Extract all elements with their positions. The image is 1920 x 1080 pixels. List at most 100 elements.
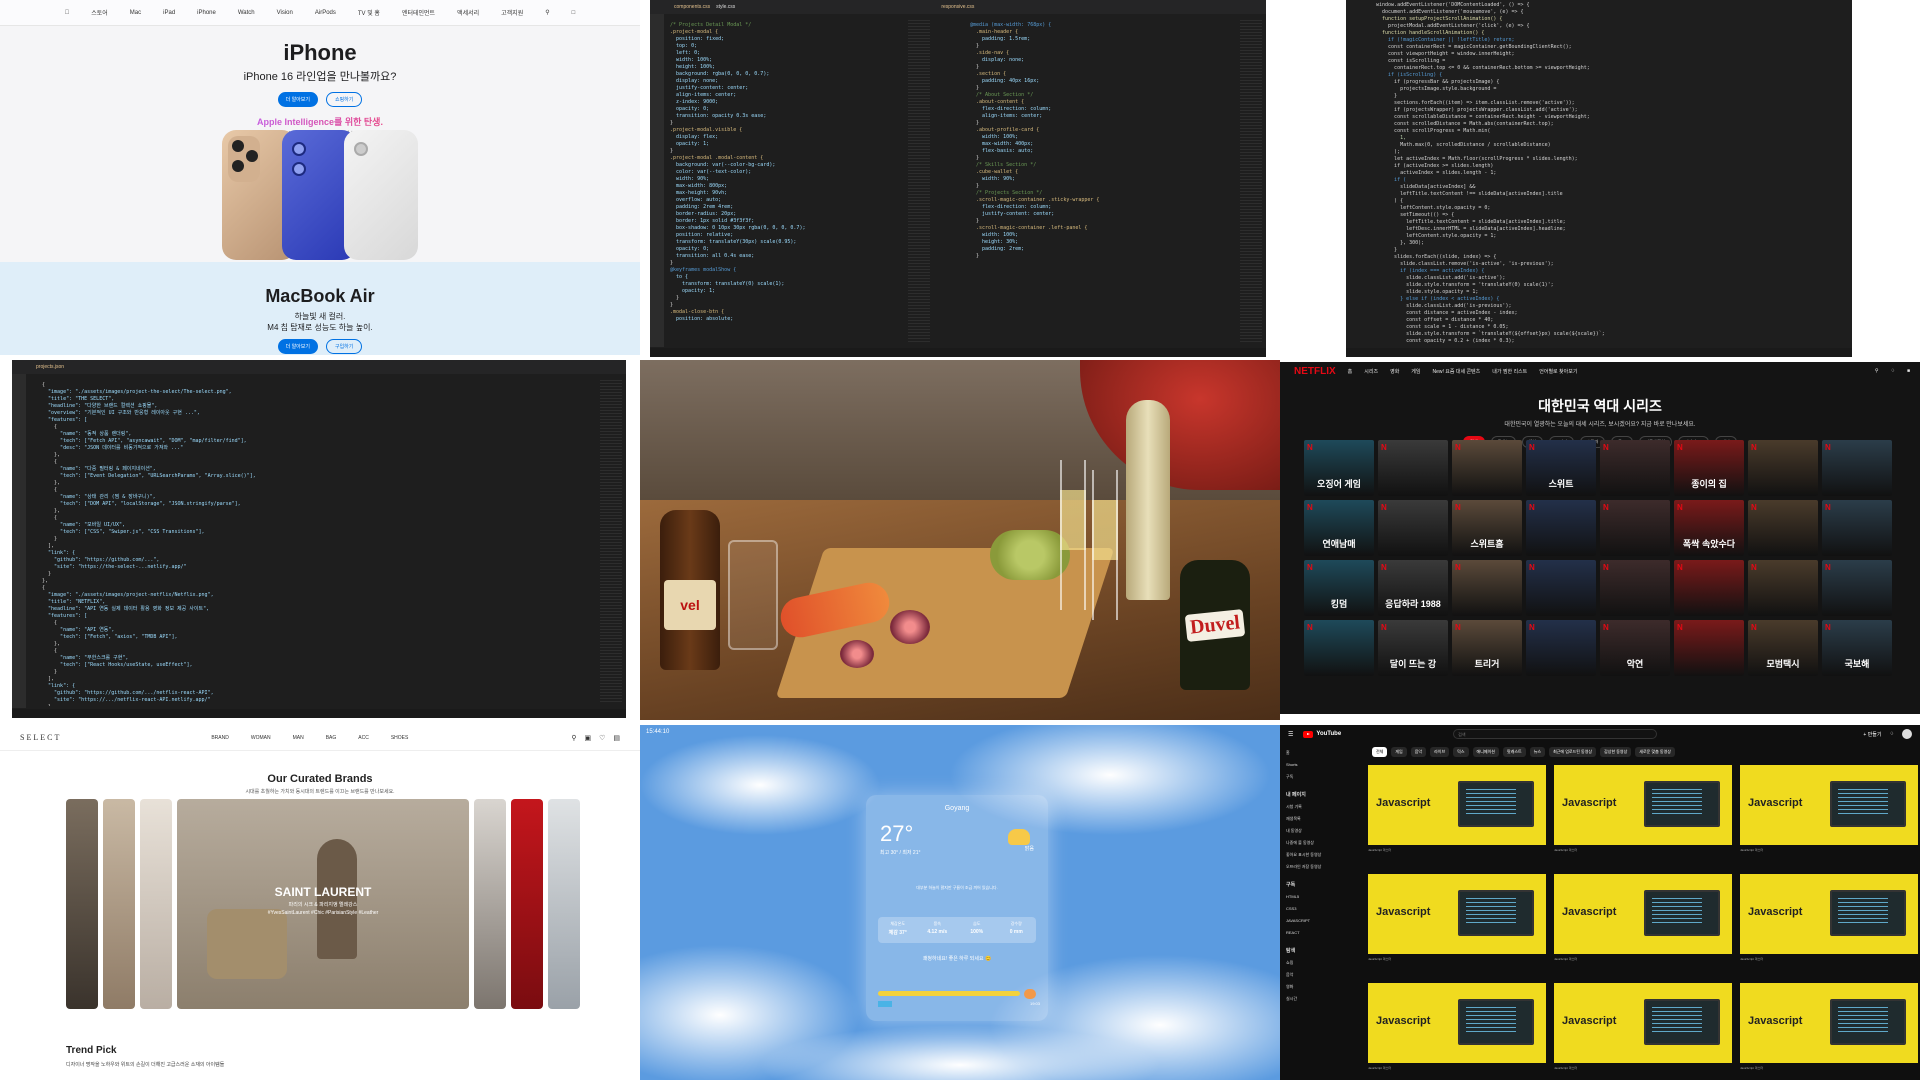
series-card[interactable]: N	[1452, 560, 1522, 616]
menu-icon[interactable]: ☰	[1288, 731, 1293, 738]
bell-icon[interactable]: ♢	[1890, 731, 1894, 737]
mac-learn-more-button[interactable]: 더 알아보기	[277, 339, 318, 354]
series-card[interactable]: N 악연	[1600, 620, 1670, 676]
netflix-logo[interactable]: NETFLIX	[1294, 366, 1336, 377]
brand-carousel[interactable]: SAINT LAURENT 파리의 시크 & 파리지앵 엘레강스 #YvesSa…	[66, 799, 580, 1009]
cart-icon[interactable]: ▤	[613, 734, 620, 742]
tab-responsive-css[interactable]: responsive.css	[941, 4, 974, 10]
series-card[interactable]: N 폭싹 속았수다	[1674, 500, 1744, 556]
profile-icon[interactable]: ■	[1907, 368, 1910, 374]
sidebar-item[interactable]: Shorts	[1286, 759, 1354, 771]
menu-brand[interactable]: BRAND	[211, 735, 229, 741]
series-card[interactable]: N	[1674, 560, 1744, 616]
series-card[interactable]: N 달이 뜨는 강	[1378, 620, 1448, 676]
category-chip[interactable]: 믹스	[1453, 747, 1469, 757]
brand-slide[interactable]	[66, 799, 98, 1009]
subscription-item[interactable]: JAVASCRIPT	[1286, 915, 1354, 927]
nav-watch[interactable]: Watch	[238, 10, 255, 16]
menu-bag[interactable]: BAG	[326, 735, 337, 741]
series-card[interactable]: N	[1526, 560, 1596, 616]
video-card[interactable]: Javascript JavaScript 마스터	[1740, 765, 1918, 852]
sidebar-item[interactable]: 음악	[1286, 969, 1354, 981]
nav-entertainment[interactable]: 엔터테인먼트	[402, 8, 435, 17]
series-card[interactable]: N	[1526, 620, 1596, 676]
video-thumbnail[interactable]: Javascript	[1740, 983, 1918, 1063]
learn-more-button[interactable]: 더 알아보기	[277, 92, 318, 107]
tab-components-css[interactable]: components.css	[674, 4, 710, 10]
series-card[interactable]: N 응답하라 1988	[1378, 560, 1448, 616]
sidebar-item[interactable]: 오프라인 저장 동영상	[1286, 861, 1354, 873]
nav-my-list[interactable]: 내가 찜한 리스트	[1492, 368, 1527, 375]
minimap[interactable]	[600, 380, 622, 704]
sidebar-item[interactable]: 쇼핑	[1286, 957, 1354, 969]
nav-tv-home[interactable]: TV 및 홈	[358, 8, 380, 17]
nav-home[interactable]: 홈	[1348, 368, 1353, 375]
series-card[interactable]: N 국보해	[1822, 620, 1892, 676]
avatar[interactable]	[1902, 729, 1912, 739]
series-card[interactable]: N	[1822, 560, 1892, 616]
series-card[interactable]: N	[1748, 500, 1818, 556]
category-chip[interactable]: 새로운 맞춤 동영상	[1635, 747, 1675, 757]
series-card[interactable]: N	[1600, 500, 1670, 556]
brand-slide[interactable]	[140, 799, 172, 1009]
sidebar-item[interactable]: 구독	[1286, 771, 1354, 783]
sidebar-item[interactable]: 홈	[1286, 747, 1354, 759]
select-logo[interactable]: SELECT	[20, 733, 61, 742]
video-card[interactable]: Javascript JavaScript 마스터	[1740, 983, 1918, 1070]
video-thumbnail[interactable]: Javascript	[1368, 765, 1546, 845]
series-card[interactable]: N	[1600, 440, 1670, 496]
lock-icon[interactable]: ▣	[584, 734, 591, 742]
nav-support[interactable]: 고객지원	[501, 8, 523, 17]
series-card[interactable]: N	[1748, 560, 1818, 616]
category-chip[interactable]: 라이브	[1430, 747, 1450, 757]
series-card[interactable]: N 연애남매	[1304, 500, 1374, 556]
video-card[interactable]: Javascript JavaScript 마스터	[1554, 765, 1732, 852]
nav-series[interactable]: 시리즈	[1364, 368, 1378, 375]
series-card[interactable]: N	[1378, 440, 1448, 496]
video-card[interactable]: Javascript JavaScript 마스터	[1368, 983, 1546, 1070]
tab-style-css[interactable]: style.css	[716, 4, 735, 10]
category-chip[interactable]: 게임	[1391, 747, 1407, 757]
buy-button[interactable]: 쇼핑하기	[325, 92, 363, 107]
category-chip[interactable]: 팟캐스트	[1502, 747, 1526, 757]
brand-slide[interactable]	[511, 799, 543, 1009]
video-card[interactable]: Javascript JavaScript 마스터	[1554, 983, 1732, 1070]
bag-icon[interactable]: □	[572, 10, 576, 16]
series-card[interactable]: N	[1304, 620, 1374, 676]
search-icon[interactable]: ⚲	[571, 734, 576, 742]
series-card[interactable]: N 오징어 게임	[1304, 440, 1374, 496]
brand-slide[interactable]	[474, 799, 506, 1009]
nav-airpods[interactable]: AirPods	[315, 10, 336, 16]
nav-iphone[interactable]: iPhone	[197, 10, 216, 16]
create-button[interactable]: + 만들기	[1863, 731, 1881, 738]
video-thumbnail[interactable]: Javascript	[1740, 765, 1918, 845]
sidebar-item[interactable]: 내 동영상	[1286, 825, 1354, 837]
brand-slide-active[interactable]: SAINT LAURENT 파리의 시크 & 파리지앵 엘레강스 #YvesSa…	[177, 799, 469, 1009]
video-card[interactable]: Javascript JavaScript 마스터	[1554, 874, 1732, 961]
series-card[interactable]: N 종이의 집	[1674, 440, 1744, 496]
sidebar-item[interactable]: 시청 기록	[1286, 801, 1354, 813]
series-card[interactable]: N	[1378, 500, 1448, 556]
nav-new[interactable]: New! 요즘 대세 콘텐츠	[1433, 368, 1481, 375]
sidebar-item[interactable]: 재생목록	[1286, 813, 1354, 825]
menu-woman[interactable]: WOMAN	[251, 735, 271, 741]
video-card[interactable]: Javascript JavaScript 마스터	[1740, 874, 1918, 961]
sidebar-item[interactable]: 좋아요 표시한 동영상	[1286, 849, 1354, 861]
sidebar-item[interactable]: 영화	[1286, 981, 1354, 993]
sidebar-item[interactable]: 실시간	[1286, 993, 1354, 1005]
category-chip[interactable]: 음악	[1410, 747, 1427, 757]
series-card[interactable]: N	[1822, 500, 1892, 556]
video-thumbnail[interactable]: Javascript	[1554, 874, 1732, 954]
series-card[interactable]: N 모범택시	[1748, 620, 1818, 676]
series-card[interactable]: N	[1822, 440, 1892, 496]
video-thumbnail[interactable]: Javascript	[1554, 983, 1732, 1063]
nav-games[interactable]: 게임	[1411, 368, 1420, 375]
nav-movies[interactable]: 영화	[1390, 368, 1399, 375]
series-card[interactable]: N 킹덤	[1304, 560, 1374, 616]
category-chip[interactable]: 전체	[1372, 747, 1388, 757]
video-thumbnail[interactable]: Javascript	[1554, 765, 1732, 845]
bell-icon[interactable]: ♢	[1890, 368, 1894, 374]
minimap[interactable]	[1240, 20, 1262, 343]
brand-slide[interactable]	[103, 799, 135, 1009]
category-chip[interactable]: 최근에 업로드된 동영상	[1549, 747, 1597, 757]
